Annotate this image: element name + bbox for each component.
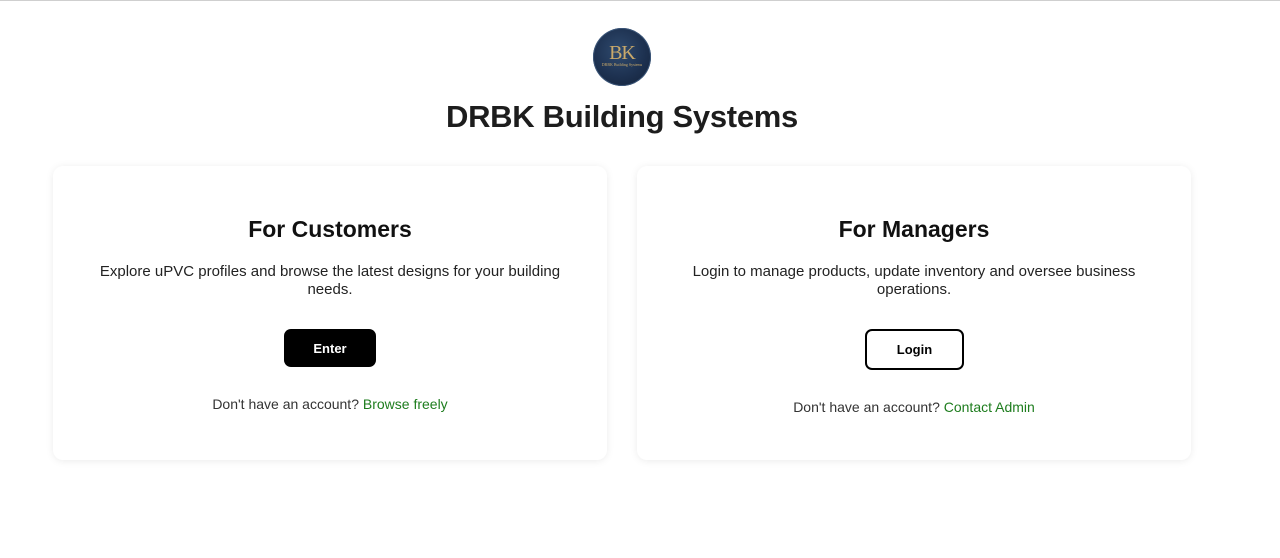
login-button[interactable]: Login <box>865 329 964 370</box>
managers-card-title: For Managers <box>838 216 990 242</box>
top-divider <box>0 0 1280 1</box>
page-title: DRBK Building Systems <box>446 99 798 134</box>
customers-card-title: For Customers <box>248 216 412 242</box>
managers-card-description: Login to manage products, update invento… <box>692 263 1136 298</box>
logo-subtext: DRBK Building Systems <box>601 61 643 67</box>
brand-logo: BK DRBK Building Systems <box>593 28 651 86</box>
logo-mark: BK <box>609 41 636 64</box>
customers-footer-prompt: Don't have an account? <box>212 396 359 412</box>
customers-card: For Customers Explore uPVC profiles and … <box>53 166 607 460</box>
enter-button[interactable]: Enter <box>284 329 376 367</box>
browse-freely-link[interactable]: Browse freely <box>363 396 448 412</box>
customers-card-description: Explore uPVC profiles and browse the lat… <box>99 263 561 298</box>
managers-footer: Don't have an account? Contact Admin <box>637 399 1191 415</box>
customers-footer: Don't have an account? Browse freely <box>53 396 607 412</box>
managers-card: For Managers Login to manage products, u… <box>637 166 1191 460</box>
managers-footer-prompt: Don't have an account? <box>793 399 940 415</box>
contact-admin-link[interactable]: Contact Admin <box>944 399 1035 415</box>
